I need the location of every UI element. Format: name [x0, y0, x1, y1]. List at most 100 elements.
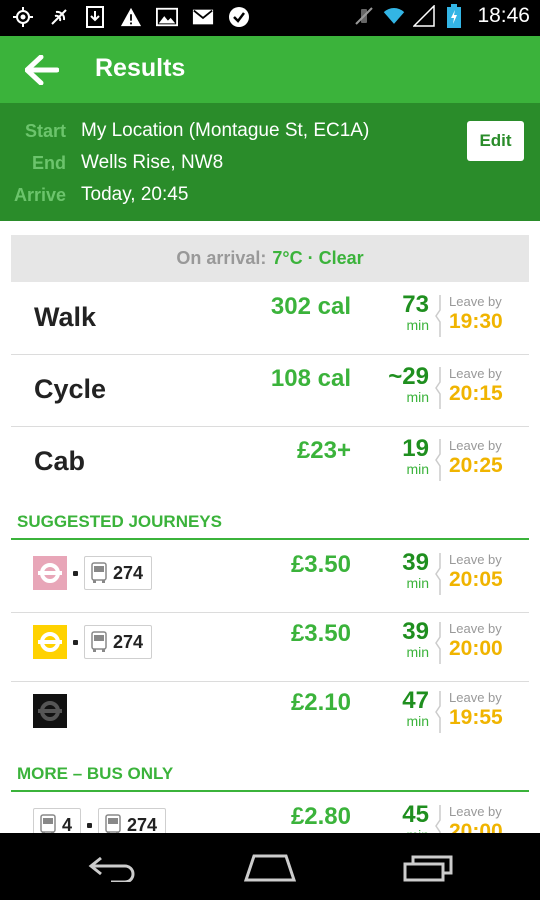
nav-recents-button[interactable]: [393, 843, 463, 891]
leave-time: 20:25: [449, 454, 503, 477]
weather-label: On arrival:: [176, 248, 267, 268]
leave-by: Leave by 20:15: [449, 366, 503, 407]
duration: 39 min: [373, 549, 429, 591]
duration-unit: min: [406, 644, 429, 660]
connector-dot: [73, 639, 78, 645]
bus-number: 274: [113, 562, 144, 583]
mode-cost: 108 cal: [270, 365, 351, 392]
journey-icons: [33, 694, 67, 728]
connector-dot: [73, 570, 78, 576]
nav-back-button[interactable]: [77, 843, 147, 891]
route-start-row: Start My Location (Montague St, EC1A): [0, 116, 369, 146]
journey-cost: £3.50: [290, 620, 351, 647]
battery-icon: [443, 4, 465, 28]
separator-bracket: [435, 691, 441, 733]
download-icon: [84, 6, 106, 28]
gps-icon: [12, 6, 34, 28]
start-label: Start: [24, 120, 66, 141]
bus-badge: 274: [84, 625, 153, 659]
journey-cost: £2.10: [290, 689, 351, 716]
journey-row[interactable]: £2.10 47 min Leave by 19:55: [11, 678, 529, 750]
journey-cost: £3.50: [290, 551, 351, 578]
section-title: MORE – BUS ONLY: [17, 764, 174, 783]
arrive-label: Arrive: [13, 184, 66, 205]
warning-icon: [120, 6, 142, 28]
mode-name: Cab: [34, 446, 86, 476]
leave-label: Leave by: [449, 690, 502, 705]
duration-value: ~29: [388, 363, 429, 390]
back-button[interactable]: [22, 51, 62, 89]
connector-dot: [87, 822, 93, 828]
leave-label: Leave by: [449, 552, 502, 567]
status-time: 18:46: [477, 4, 530, 27]
mode-cost: £23+: [296, 437, 351, 464]
leave-time: 20:05: [449, 568, 503, 591]
section-title: SUGGESTED JOURNEYS: [17, 512, 222, 531]
leave-label: Leave by: [449, 294, 502, 309]
duration: 39 min: [373, 618, 429, 660]
duration: ~29 min: [373, 363, 429, 405]
start-value: My Location (Montague St, EC1A): [81, 120, 370, 141]
leave-by: Leave by 20:00: [449, 621, 503, 662]
edit-button[interactable]: Edit: [467, 121, 524, 161]
separator-bracket: [435, 439, 441, 481]
leave-time: 19:55: [449, 706, 503, 729]
leave-by: Leave by 19:30: [449, 294, 503, 335]
mode-row-walk[interactable]: Walk 302 cal 73 min Leave by 19:30: [11, 282, 529, 355]
weather-value: 7°C · Clear: [272, 248, 364, 268]
nfc-icon: [48, 6, 70, 28]
tube-roundel-icon: [33, 694, 67, 728]
duration-value: 39: [402, 618, 429, 645]
nav-back-icon: [88, 856, 135, 882]
bus-number: 274: [113, 631, 144, 652]
nav-recents-icon: [403, 855, 453, 882]
leave-time: 20:00: [449, 637, 503, 660]
mute-icon: [353, 5, 375, 27]
leave-time: 19:30: [449, 310, 503, 333]
journey-cost: £2.80: [290, 803, 351, 830]
leave-label: Leave by: [449, 366, 502, 381]
route-summary[interactable]: Start My Location (Montague St, EC1A) En…: [0, 103, 540, 221]
duration-value: 39: [402, 549, 429, 576]
leave-by: Leave by 20:25: [449, 438, 503, 479]
mode-name: Walk: [34, 302, 97, 332]
journey-row[interactable]: 274 £3.50 39 min Leave by 20:05: [11, 540, 529, 613]
bus-badge: 274: [84, 556, 153, 590]
leave-label: Leave by: [449, 804, 502, 819]
duration-value: 73: [402, 291, 429, 318]
system-nav-bar: [0, 833, 540, 900]
duration: 73 min: [373, 291, 429, 333]
duration-value: 19: [402, 435, 429, 462]
status-bar: 18:46: [0, 0, 540, 36]
duration-value: 47: [402, 687, 429, 714]
duration: 19 min: [373, 435, 429, 477]
nav-home-button[interactable]: [235, 843, 305, 891]
wifi-icon: [383, 5, 405, 27]
section-header-suggested: SUGGESTED JOURNEYS: [11, 508, 529, 540]
separator-bracket: [435, 622, 441, 664]
separator-bracket: [435, 553, 441, 595]
separator-bracket: [435, 295, 441, 337]
end-label: End: [32, 152, 66, 173]
nav-home-icon: [243, 854, 297, 882]
duration-unit: min: [406, 575, 429, 591]
route-arrive-row: Arrive Today, 20:45: [0, 180, 188, 210]
back-arrow-icon: [25, 55, 59, 85]
leave-label: Leave by: [449, 621, 502, 636]
gmail-icon: [192, 6, 214, 28]
tube-roundel-icon: [33, 556, 67, 590]
separator-bracket: [435, 367, 441, 409]
journey-row[interactable]: 274 £3.50 39 min Leave by 20:00: [11, 609, 529, 682]
end-value: Wells Rise, NW8: [81, 152, 224, 173]
weather-banner: On arrival: 7°C · Clear: [11, 235, 529, 282]
check-icon: [228, 6, 250, 28]
mode-cost: 302 cal: [270, 293, 351, 320]
duration-unit: min: [406, 389, 429, 405]
section-header-bus-only: MORE – BUS ONLY: [11, 760, 529, 792]
mode-row-cycle[interactable]: Cycle 108 cal ~29 min Leave by 20:15: [11, 354, 529, 427]
mode-row-cab[interactable]: Cab £23+ 19 min Leave by 20:25: [11, 426, 529, 498]
leave-label: Leave by: [449, 438, 502, 453]
duration-unit: min: [406, 461, 429, 477]
app-bar: Results: [0, 36, 540, 103]
journey-icons: 274: [33, 556, 153, 590]
